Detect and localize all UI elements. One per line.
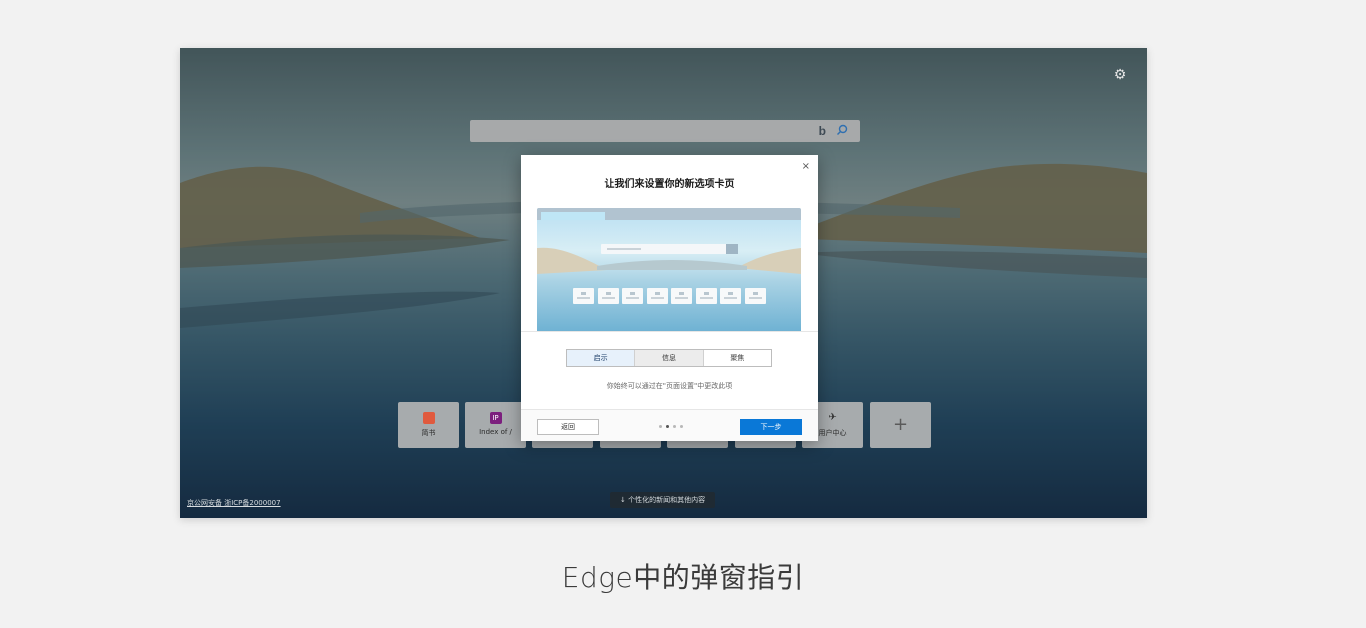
dialog-title: 让我们来设置你的新选项卡页 (604, 179, 735, 190)
settings-hint: 你始终可以通过在"页面设置"中更改此项 (606, 382, 733, 390)
layout-option-group: 启示 信息 聚焦 (566, 349, 772, 367)
tile-label: Index of / (479, 428, 512, 436)
preview-search-box (601, 244, 738, 254)
next-button[interactable]: 下一步 (740, 419, 802, 435)
page-caption: Edge中的弹窗指引 (561, 561, 805, 594)
step-dot-current (666, 425, 669, 428)
option-informational[interactable]: 信息 (635, 350, 704, 366)
preview-tile (696, 288, 717, 304)
option-focused[interactable]: 聚焦 (704, 350, 771, 366)
preview-tab (541, 212, 605, 220)
preview-tile (745, 288, 766, 304)
option-inspirational[interactable]: 启示 (567, 350, 636, 366)
preview-tile (671, 288, 692, 304)
step-dot (680, 425, 683, 428)
search-icon[interactable] (836, 124, 848, 136)
dialog-footer: 返回 下一步 (521, 409, 818, 441)
news-feed-button[interactable]: ↓ 个性化的新闻和其他内容 (610, 492, 716, 508)
step-indicator (659, 425, 683, 429)
browser-new-tab-page: ⚙ b 简书 IP Index of / ✈ 用户中心 + 京公网安备 浙ICP… (180, 48, 1147, 518)
tile-label: 简书 (421, 429, 436, 437)
bing-icon[interactable]: b (819, 124, 826, 138)
step-dot (659, 425, 662, 428)
quick-link-tile[interactable]: 简书 (398, 402, 459, 448)
add-quick-link-button[interactable]: + (870, 402, 931, 448)
preview-tile (598, 288, 619, 304)
rocket-icon: ✈ (828, 412, 837, 423)
preview-tile (622, 288, 643, 304)
gear-icon[interactable]: ⚙ (1113, 68, 1127, 82)
divider (521, 331, 818, 332)
close-icon[interactable]: × (802, 161, 810, 172)
preview-landscape (537, 247, 801, 274)
back-button[interactable]: 返回 (537, 419, 599, 435)
search-input[interactable]: b (470, 120, 860, 142)
new-tab-setup-dialog: × 让我们来设置你的新选项卡页 启示 信息 聚焦 你始终可以通过在"页面设置"中… (521, 155, 818, 441)
ip-icon: IP (489, 412, 502, 424)
preview-tile (647, 288, 668, 304)
jianshu-icon (422, 412, 435, 424)
layout-preview-image (537, 208, 801, 331)
license-link[interactable]: 京公网安备 浙ICP备2000007 (187, 498, 281, 508)
preview-tile (720, 288, 741, 304)
plus-icon: + (892, 414, 909, 435)
tile-label: 用户中心 (818, 429, 847, 437)
quick-link-tile[interactable]: IP Index of / (465, 402, 526, 448)
step-dot (673, 425, 676, 428)
preview-tile (573, 288, 594, 304)
